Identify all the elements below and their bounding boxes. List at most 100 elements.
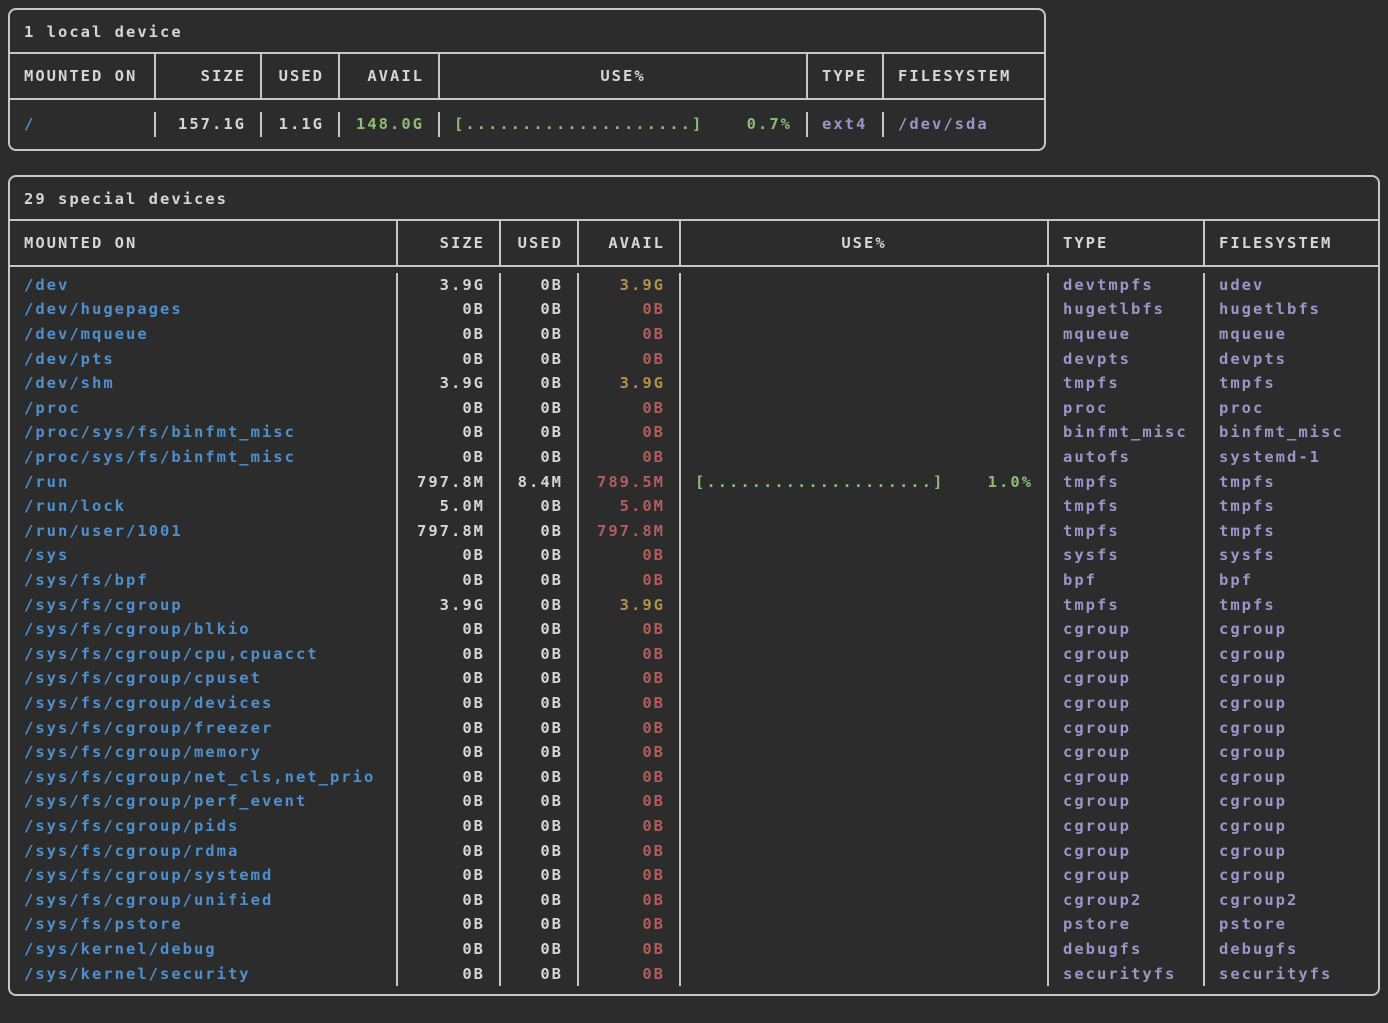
avail-cell: 0B (579, 568, 681, 593)
filesystem-cell: cgroup (1205, 617, 1366, 642)
local-table-title: 1 local device (10, 10, 1044, 54)
table-row: /sys/fs/cgroup/blkio 0B 0B 0B cgroup cgr… (10, 617, 1378, 642)
mounted-on-cell: /sys/fs/cgroup/memory (10, 740, 398, 765)
used-cell: 0B (501, 937, 579, 962)
avail-cell: 0B (579, 715, 681, 740)
avail-cell: 3.9G (579, 592, 681, 617)
col-header-avail: AVAIL (579, 221, 681, 265)
mounted-on-cell: /sys/fs/cgroup/perf_event (10, 789, 398, 814)
use-percent-cell (681, 666, 1049, 691)
table-row: /sys/fs/cgroup 3.9G 0B 3.9G tmpfs tmpfs (10, 592, 1378, 617)
used-cell: 0B (501, 912, 579, 937)
mounted-on-cell: /dev/mqueue (10, 322, 398, 347)
mounted-on-cell: /sys/fs/cgroup/unified (10, 887, 398, 912)
mounted-on-cell: /run/user/1001 (10, 519, 398, 544)
avail-cell: 0B (579, 887, 681, 912)
used-cell: 0B (501, 494, 579, 519)
filesystem-cell: tmpfs (1205, 592, 1366, 617)
filesystem-cell: devpts (1205, 346, 1366, 371)
size-cell: 0B (398, 297, 501, 322)
filesystem-cell: securityfs (1205, 961, 1366, 986)
used-cell: 0B (501, 764, 579, 789)
type-cell: cgroup (1049, 789, 1205, 814)
filesystem-cell: bpf (1205, 568, 1366, 593)
use-percent-cell (681, 642, 1049, 667)
type-cell: binfmt_misc (1049, 420, 1205, 445)
avail-cell: 0B (579, 322, 681, 347)
size-cell: 0B (398, 715, 501, 740)
table-row: /dev 3.9G 0B 3.9G devtmpfs udev (10, 273, 1378, 298)
table-row: /sys/fs/cgroup/pids 0B 0B 0B cgroup cgro… (10, 814, 1378, 839)
size-cell: 0B (398, 666, 501, 691)
table-row: /sys/fs/cgroup/rdma 0B 0B 0B cgroup cgro… (10, 838, 1378, 863)
type-cell: cgroup (1049, 642, 1205, 667)
filesystem-cell: tmpfs (1205, 519, 1366, 544)
used-cell: 0B (501, 715, 579, 740)
table-row: /dev/hugepages 0B 0B 0B hugetlbfs hugetl… (10, 297, 1378, 322)
avail-cell: 0B (579, 617, 681, 642)
filesystem-cell: tmpfs (1205, 469, 1366, 494)
use-percent-cell (681, 322, 1049, 347)
mounted-on-cell: /sys/fs/cgroup/cpuset (10, 666, 398, 691)
type-cell: debugfs (1049, 937, 1205, 962)
mounted-on-cell: /sys/fs/cgroup/systemd (10, 863, 398, 888)
filesystem-cell: cgroup (1205, 838, 1366, 863)
type-cell: cgroup (1049, 814, 1205, 839)
use-percent-cell (681, 445, 1049, 470)
used-cell: 0B (501, 666, 579, 691)
col-header-size: SIZE (398, 221, 501, 265)
type-cell: mqueue (1049, 322, 1205, 347)
mounted-on-cell: /run/lock (10, 494, 398, 519)
avail-cell: 0B (579, 642, 681, 667)
size-cell: 797.8M (398, 519, 501, 544)
use-percent-cell (681, 789, 1049, 814)
type-cell: hugetlbfs (1049, 297, 1205, 322)
used-cell: 0B (501, 838, 579, 863)
used-cell: 0B (501, 863, 579, 888)
col-header-size: SIZE (156, 54, 262, 98)
filesystem-cell: cgroup (1205, 666, 1366, 691)
mounted-on-cell: /sys/fs/pstore (10, 912, 398, 937)
size-cell: 0B (398, 396, 501, 421)
used-cell: 8.4M (501, 469, 579, 494)
used-cell: 0B (501, 371, 579, 396)
filesystem-cell: binfmt_misc (1205, 420, 1366, 445)
use-percent-cell (681, 863, 1049, 888)
size-cell: 0B (398, 887, 501, 912)
col-header-mounted-on: MOUNTED ON (10, 221, 398, 265)
avail-cell: 0B (579, 543, 681, 568)
avail-cell: 0B (579, 789, 681, 814)
usage-percent: 0.7% (747, 115, 792, 133)
mounted-on-cell: /dev (10, 273, 398, 298)
mounted-on-cell: /sys/kernel/debug (10, 937, 398, 962)
mounted-on-cell: /dev/pts (10, 346, 398, 371)
col-header-type: TYPE (808, 54, 884, 98)
avail-cell: 0B (579, 420, 681, 445)
size-cell: 0B (398, 863, 501, 888)
size-cell: 3.9G (398, 273, 501, 298)
size-cell: 0B (398, 912, 501, 937)
filesystem-cell: cgroup (1205, 789, 1366, 814)
type-cell: tmpfs (1049, 469, 1205, 494)
mounted-on-cell: /proc/sys/fs/binfmt_misc (10, 420, 398, 445)
use-percent-cell (681, 937, 1049, 962)
type-cell: devpts (1049, 346, 1205, 371)
table-row: /sys/fs/cgroup/memory 0B 0B 0B cgroup cg… (10, 740, 1378, 765)
col-header-mounted-on: MOUNTED ON (10, 54, 156, 98)
avail-cell: 0B (579, 396, 681, 421)
used-cell: 0B (501, 297, 579, 322)
avail-cell: 0B (579, 838, 681, 863)
used-cell: 0B (501, 346, 579, 371)
mounted-on-cell: /dev/shm (10, 371, 398, 396)
filesystem-cell: sysfs (1205, 543, 1366, 568)
filesystem-cell: cgroup (1205, 740, 1366, 765)
col-header-filesystem: FILESYSTEM (884, 54, 1032, 98)
size-cell: 3.9G (398, 371, 501, 396)
use-percent-cell (681, 568, 1049, 593)
table-row: /sys/fs/cgroup/cpu,cpuacct 0B 0B 0B cgro… (10, 642, 1378, 667)
filesystem-cell: cgroup (1205, 764, 1366, 789)
used-cell: 0B (501, 420, 579, 445)
avail-cell: 0B (579, 691, 681, 716)
size-cell: 0B (398, 445, 501, 470)
avail-cell: 3.9G (579, 273, 681, 298)
